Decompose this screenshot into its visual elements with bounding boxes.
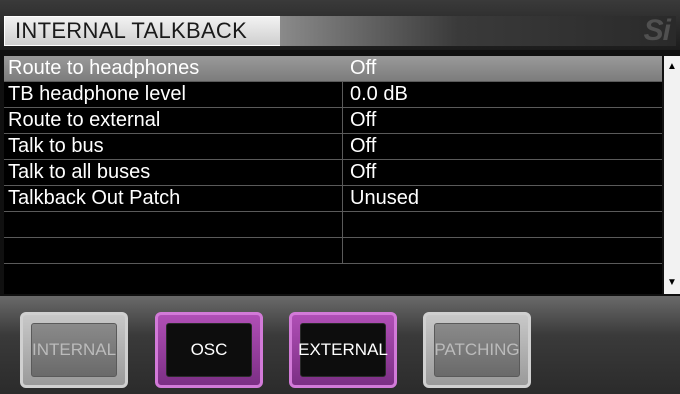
row-value[interactable]: Off <box>350 108 376 133</box>
external-button-face: EXTERNAL <box>298 323 388 377</box>
table-row[interactable] <box>4 238 662 264</box>
page-title: INTERNAL TALKBACK <box>15 18 248 43</box>
row-label: Talk to bus <box>8 134 343 159</box>
row-label: Talk to all buses <box>8 160 343 185</box>
title-fade <box>280 16 676 46</box>
scrollbar[interactable]: ▲ ▼ <box>664 56 680 294</box>
title-bar: INTERNAL TALKBACK Si <box>0 0 680 50</box>
row-value[interactable]: Off <box>350 160 376 185</box>
table-row[interactable]: Talkback Out Patch Unused <box>4 186 662 212</box>
table-row[interactable]: Talk to bus Off <box>4 134 662 160</box>
table-row[interactable]: Route to external Off <box>4 108 662 134</box>
external-button[interactable]: EXTERNAL <box>289 312 397 388</box>
button-bar: INTERNAL OSC EXTERNAL PATCHING <box>0 296 680 394</box>
scroll-down-arrow-icon[interactable]: ▼ <box>664 278 680 288</box>
row-label: Route to headphones <box>8 57 200 79</box>
row-label <box>8 238 343 263</box>
row-value[interactable]: 0.0 dB <box>350 82 408 107</box>
row-value[interactable]: Off <box>350 134 376 159</box>
row-label: TB headphone level <box>8 82 343 107</box>
external-button-label: EXTERNAL <box>298 340 388 359</box>
internal-button-label: INTERNAL <box>31 340 117 359</box>
table-row[interactable]: Route to headphones Off <box>4 56 662 82</box>
osc-button-label: OSC <box>190 340 228 359</box>
table-row[interactable]: Talk to all buses Off <box>4 160 662 186</box>
table-row[interactable] <box>4 212 662 238</box>
internal-button-face: INTERNAL <box>31 323 117 377</box>
patching-button-label: PATCHING <box>434 340 520 359</box>
internal-button[interactable]: INTERNAL <box>20 312 128 388</box>
brand-logo: Si <box>643 14 671 47</box>
patching-button-face: PATCHING <box>434 323 520 377</box>
scroll-up-arrow-icon[interactable]: ▲ <box>664 62 680 72</box>
table-row[interactable]: TB headphone level 0.0 dB <box>4 82 662 108</box>
row-label: Talkback Out Patch <box>8 186 343 211</box>
row-value[interactable]: Off <box>350 56 376 81</box>
settings-table: Route to headphones Off TB headphone lev… <box>4 56 662 294</box>
row-value[interactable]: Unused <box>350 186 419 211</box>
osc-button-face: OSC <box>166 323 252 377</box>
osc-button[interactable]: OSC <box>155 312 263 388</box>
row-label: Route to external <box>8 108 343 133</box>
row-label <box>8 212 343 237</box>
talkback-screen: INTERNAL TALKBACK Si Route to headphones… <box>0 0 680 394</box>
title-tab: INTERNAL TALKBACK <box>4 16 284 46</box>
patching-button[interactable]: PATCHING <box>423 312 531 388</box>
